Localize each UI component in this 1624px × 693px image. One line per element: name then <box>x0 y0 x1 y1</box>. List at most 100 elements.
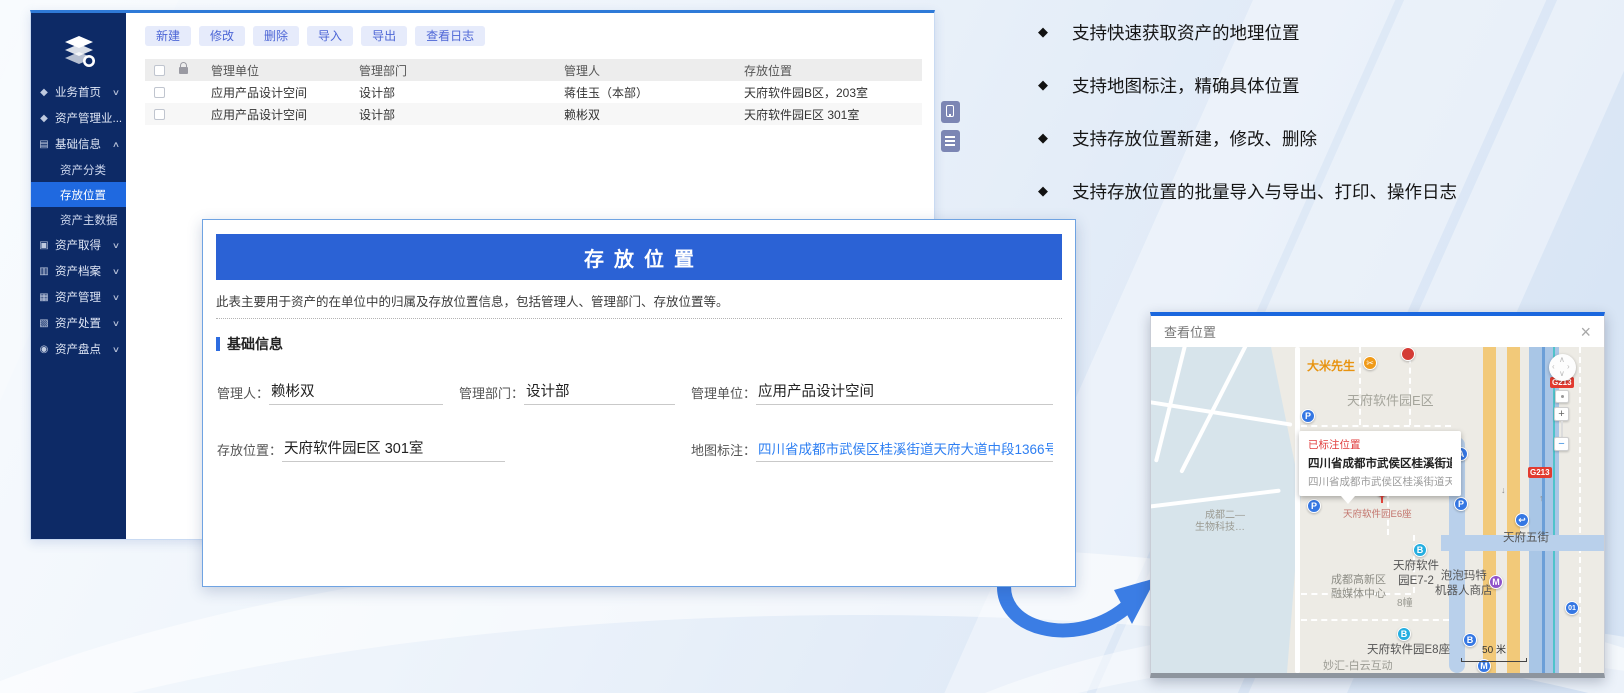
sidebar-item-asset-management[interactable]: ▦ 资产管理 ∨ <box>31 284 126 310</box>
document-icon: ▤ <box>38 139 50 150</box>
pin-label: 天府软件园E6座 <box>1343 509 1412 521</box>
map-road <box>1295 347 1300 673</box>
chevron-down-icon: ∨ <box>112 267 120 276</box>
map-street <box>1579 347 1581 673</box>
road-direction-icon: ↓ <box>1501 485 1506 495</box>
cutoff-label: 生物科技… <box>1195 521 1245 534</box>
sidebar-subitem-asset-master-data[interactable]: 资产主数据 <box>31 207 126 232</box>
poi-label: 泡泡玛特 机器人商店 <box>1435 569 1493 599</box>
column-header: 管理人 <box>564 62 744 79</box>
road-number-badge: G213 <box>1528 467 1552 478</box>
app-logo-icon <box>31 25 126 79</box>
department-field: 管理部门： 设计部 <box>459 380 675 405</box>
feature-text: 支持快速获取资产的地理位置 <box>1072 20 1300 45</box>
diamond-bullet-icon: ◆ <box>1038 77 1048 93</box>
view-log-button[interactable]: 查看日志 <box>415 26 485 46</box>
feature-item: ◆ 支持地图标注，精确具体位置 <box>1038 73 1598 98</box>
pan-down-icon: ∨ <box>1559 369 1565 378</box>
panel-description: 此表主要用于资产的在单位中的归属及存放位置信息，包括管理人、管理部门、存放位置等… <box>216 291 1062 319</box>
row-checkbox[interactable] <box>154 109 165 120</box>
info-title: 四川省成都市武侯区桂溪街道... <box>1308 455 1452 471</box>
sidebar: ◆ 业务首页 ∨ ◆ 资产管理业... ▤ 基础信息 ∧ 资产分类 存放位置 资… <box>31 13 126 539</box>
select-all-checkbox[interactable] <box>154 65 165 76</box>
feature-item: ◆ 支持快速获取资产的地理位置 <box>1038 20 1598 45</box>
poi-restaurant-label: 大米先生 <box>1307 359 1355 375</box>
pan-left-icon: ‹ <box>1552 362 1555 371</box>
table-row[interactable]: 应用产品设计空间 设计部 蒋佳玉（本部） 天府软件园B区，203室 <box>145 81 922 103</box>
feature-text: 支持存放位置新建，修改、删除 <box>1072 126 1317 151</box>
sidebar-item-business-home[interactable]: ◆ 业务首页 ∨ <box>31 79 126 105</box>
export-button[interactable]: 导出 <box>361 26 407 46</box>
sidebar-subitem-storage-location-active[interactable]: 存放位置 <box>31 182 126 207</box>
building-label: 天府软件 园E7-2 <box>1393 559 1439 589</box>
import-button[interactable]: 导入 <box>307 26 353 46</box>
sidebar-item-label: 资产处置 <box>55 315 101 331</box>
street-label: 天府五街 <box>1503 531 1549 546</box>
sidebar-subitem-label: 存放位置 <box>60 187 106 203</box>
sidebar-item-label: 资产盘点 <box>55 341 101 357</box>
form-list-button[interactable] <box>941 130 960 152</box>
sidebar-item-label: 资产管理业... <box>55 110 122 126</box>
map-street <box>1301 425 1451 427</box>
cell-location: 天府软件园E区 301室 <box>744 106 922 123</box>
map-mark-link[interactable]: 四川省成都市武侯区桂溪街道天府大道中段1366号天府软件园E区 <box>756 438 1053 462</box>
mobile-view-button[interactable] <box>941 101 960 123</box>
scale-bar <box>1461 658 1527 662</box>
scale-label: 50 米 <box>1482 645 1506 656</box>
sidebar-item-basic-info[interactable]: ▤ 基础信息 ∧ <box>31 131 126 157</box>
asset-icon: ◆ <box>38 113 50 124</box>
map-pan-control[interactable]: ∧ ∨ ‹ › <box>1549 354 1576 381</box>
cell-manage-dept: 设计部 <box>359 106 564 123</box>
parking-icon: P <box>1307 499 1321 513</box>
new-button[interactable]: 新建 <box>145 26 191 46</box>
sidebar-subitem-label: 资产分类 <box>60 162 106 178</box>
column-header: 管理单位 <box>211 62 359 79</box>
column-header: 管理部门 <box>359 62 564 79</box>
sidebar-item-label: 业务首页 <box>55 84 101 100</box>
view-location-popup: 查看位置 × G213 G21 <box>1150 312 1605 678</box>
sidebar-item-asset-mgmt-business[interactable]: ◆ 资产管理业... <box>31 105 126 131</box>
map-canvas[interactable]: G213 G213 ↓ ↑ 大米先生 ✂ 天府软件园E区 成都二— 生物科技… … <box>1151 347 1604 673</box>
zoom-in-button[interactable]: + <box>1554 407 1569 421</box>
info-tag: 已标注位置 <box>1308 437 1452 452</box>
table-row[interactable]: 应用产品设计空间 设计部 赖彬双 天府软件园E区 301室 <box>145 103 922 125</box>
list-icon <box>945 136 955 138</box>
close-icon[interactable]: × <box>1580 323 1591 341</box>
sidebar-item-asset-inventory[interactable]: ◉ 资产盘点 ∨ <box>31 336 126 362</box>
map-info-window: 已标注位置 四川省成都市武侯区桂溪街道... 四川省成都市武侯区桂溪街道天府大.… <box>1299 431 1461 496</box>
parking-icon: P <box>1301 409 1315 423</box>
column-header: 存放位置 <box>744 62 922 79</box>
row-checkbox[interactable] <box>154 87 165 98</box>
manager-value[interactable]: 赖彬双 <box>269 380 443 405</box>
storage-location-value[interactable]: 天府软件园E区 301室 <box>282 437 505 462</box>
map-mark-label: 地图标注： <box>691 440 756 462</box>
lock-icon <box>179 67 188 74</box>
chevron-down-icon: ∨ <box>112 241 120 250</box>
chevron-down-icon: ∨ <box>112 319 120 328</box>
feature-text: 支持存放位置的批量导入与导出、打印、操作日志 <box>1072 179 1457 204</box>
unit-value[interactable]: 应用产品设计空间 <box>756 380 1053 405</box>
sidebar-subitem-label: 资产主数据 <box>60 212 118 228</box>
area-label: 天府软件园E区 <box>1347 393 1434 410</box>
map-road-orange <box>1483 347 1496 673</box>
panel-title: 存放位置 <box>216 234 1062 280</box>
cell-manage-dept: 设计部 <box>359 84 564 101</box>
zoom-slider-track[interactable] <box>1561 421 1563 437</box>
edit-button[interactable]: 修改 <box>199 26 245 46</box>
sidebar-subitem-asset-category[interactable]: 资产分类 <box>31 157 126 182</box>
chevron-up-icon: ∧ <box>112 140 120 149</box>
cell-manage-unit: 应用产品设计空间 <box>211 106 359 123</box>
sidebar-item-asset-archive[interactable]: ▥ 资产档案 ∨ <box>31 258 126 284</box>
zoom-out-button[interactable]: − <box>1554 437 1569 451</box>
sidebar-item-label: 基础信息 <box>55 136 101 152</box>
department-value[interactable]: 设计部 <box>524 380 675 405</box>
delete-button[interactable]: 删除 <box>253 26 299 46</box>
sidebar-item-asset-disposal[interactable]: ▧ 资产处置 ∨ <box>31 310 126 336</box>
poi-label: 成都高新区 融媒体中心 <box>1331 573 1386 602</box>
poi-label: 妙汇-白云互动 <box>1323 659 1393 673</box>
map-locate-button[interactable] <box>1555 390 1569 403</box>
sidebar-item-asset-acquisition[interactable]: ▣ 资产取得 ∨ <box>31 232 126 258</box>
detail-fields: 管理人： 赖彬双 管理部门： 设计部 管理单位： 应用产品设计空间 存放位置： … <box>217 380 1053 462</box>
building-icon: B <box>1397 627 1411 641</box>
popup-title: 查看位置 <box>1164 322 1216 341</box>
